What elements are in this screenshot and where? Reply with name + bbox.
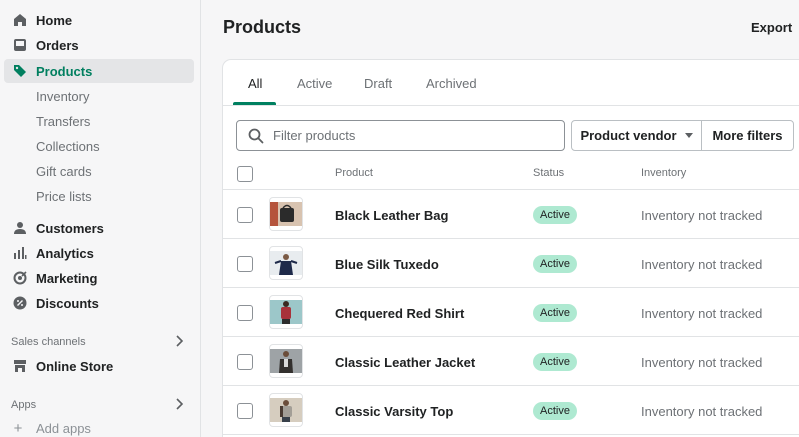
search-icon [248,128,264,143]
caret-down-icon [684,133,693,138]
nav-customers[interactable]: Customers [0,216,104,240]
product-thumbnail [269,295,303,329]
nav-home-label: Home [36,12,73,28]
nav-collections[interactable]: Collections [36,136,100,156]
row-checkbox[interactable] [237,403,253,419]
status-badge: Active [533,255,577,273]
product-thumbnail [269,344,303,378]
nav-marketing[interactable]: Marketing [0,266,97,290]
nav-products[interactable]: Products [4,59,194,83]
apps-label: Apps [11,399,37,411]
status-badge: Active [533,304,577,322]
sales-channels-chevron-icon[interactable] [174,334,184,348]
nav-discounts-label: Discounts [36,295,99,311]
nav-transfers[interactable]: Transfers [36,111,90,131]
product-vendor-label: Product vendor [580,128,677,143]
inventory-text: Inventory not tracked [641,257,763,272]
product-thumbnail [269,197,303,231]
status-badge: Active [533,206,577,224]
more-filters-button[interactable]: More filters [701,120,794,151]
nav-orders[interactable]: Orders [0,33,79,57]
product-name[interactable]: Blue Silk Tuxedo [335,257,439,272]
nav-analytics-label: Analytics [36,245,94,261]
column-header-product[interactable]: Product [335,167,373,179]
product-name[interactable]: Classic Varsity Top [335,404,453,419]
row-checkbox[interactable] [237,305,253,321]
target-icon [13,271,27,285]
sidebar: Home Orders Products Inventory Transfers… [0,0,201,437]
orders-icon [13,38,27,52]
tab-archived[interactable]: Archived [426,76,477,91]
apps-chevron-icon[interactable] [174,397,184,411]
page-title: Products [223,17,302,37]
sales-channels-label: Sales channels [11,336,86,348]
tab-bar: All Active Draft Archived [223,60,799,106]
nav-marketing-label: Marketing [36,270,98,286]
home-icon [13,13,27,27]
nav-home[interactable]: Home [0,8,72,32]
export-button[interactable]: Export [751,20,792,35]
nav-price-lists[interactable]: Price lists [36,186,92,206]
column-header-status[interactable]: Status [533,167,564,179]
plus-icon: + [13,419,23,437]
store-icon [13,359,27,373]
products-card: All Active Draft Archived Product vendor… [223,60,799,437]
status-badge: Active [533,353,577,371]
status-badge: Active [533,402,577,420]
nav-online-store-label: Online Store [36,358,114,374]
product-vendor-button[interactable]: Product vendor [571,120,702,151]
table-row[interactable]: Black Leather Bag Active Inventory not t… [223,190,799,239]
tab-active[interactable]: Active [297,76,332,91]
tab-selected-indicator [233,102,276,105]
table-row[interactable]: Classic Leather Jacket Active Inventory … [223,337,799,386]
add-apps-label: Add apps [36,420,91,436]
table-row[interactable]: Classic Varsity Top Active Inventory not… [223,386,799,435]
select-all-checkbox[interactable] [237,166,253,182]
product-name[interactable]: Black Leather Bag [335,208,448,223]
nav-analytics[interactable]: Analytics [0,241,94,265]
person-icon [13,221,27,235]
inventory-text: Inventory not tracked [641,404,763,419]
inventory-text: Inventory not tracked [641,306,763,321]
table-row[interactable]: Chequered Red Shirt Active Inventory not… [223,288,799,337]
filter-products-input[interactable] [273,128,553,143]
tag-icon [13,64,27,78]
nav-inventory[interactable]: Inventory [36,86,89,106]
table-row[interactable]: Blue Silk Tuxedo Active Inventory not tr… [223,239,799,288]
tab-draft[interactable]: Draft [364,76,392,91]
inventory-text: Inventory not tracked [641,208,763,223]
nav-products-label: Products [36,63,93,79]
row-checkbox[interactable] [237,256,253,272]
nav-customers-label: Customers [36,220,104,236]
product-name[interactable]: Chequered Red Shirt [335,306,464,321]
nav-orders-label: Orders [36,37,79,53]
tab-all[interactable]: All [248,76,262,91]
product-name[interactable]: Classic Leather Jacket [335,355,475,370]
row-checkbox[interactable] [237,354,253,370]
filter-products-field[interactable] [236,120,565,151]
column-header-inventory[interactable]: Inventory [641,167,686,179]
product-thumbnail [269,246,303,280]
inventory-text: Inventory not tracked [641,355,763,370]
product-thumbnail [269,393,303,427]
row-checkbox[interactable] [237,207,253,223]
nav-online-store[interactable]: Online Store [0,354,113,378]
nav-discounts[interactable]: Discounts [0,291,99,315]
discount-icon [13,296,27,310]
nav-gift-cards[interactable]: Gift cards [36,161,92,181]
bar-chart-icon [13,246,27,260]
add-apps-link[interactable]: + Add apps [12,418,91,437]
